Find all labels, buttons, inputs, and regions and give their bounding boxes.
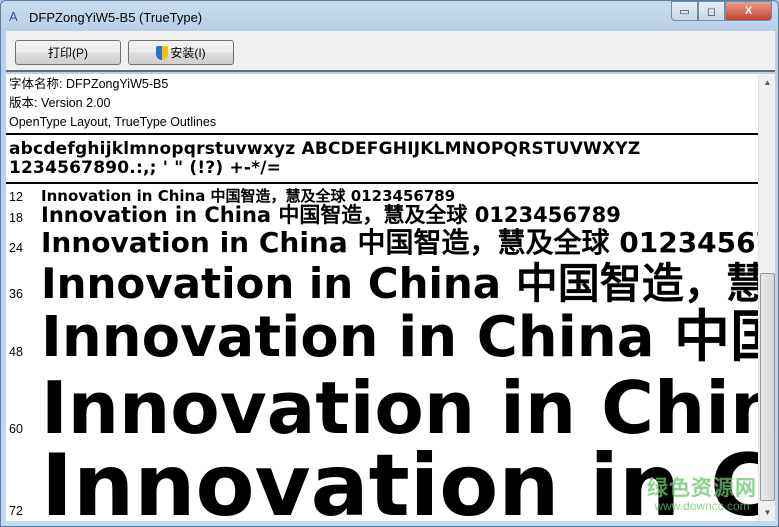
sample-text: Innovation in China 中国智造，慧及全球 0123456789 (41, 203, 621, 227)
version-info: 版本: Version 2.00 (9, 96, 111, 110)
size-label: 48 (9, 345, 23, 359)
font-preview-pane: 字体名称: DFPZongYiW5-B5 版本: Version 2.00 Op… (6, 74, 758, 521)
toolbar: 打印(P) 安装(I) (6, 31, 775, 72)
sample-text: Innovation in China 中国智造，慧及全球 0123456789 (41, 436, 758, 521)
size-label: 60 (9, 422, 23, 436)
font-app-icon: A (9, 9, 18, 24)
size-label: 36 (9, 287, 23, 301)
sample-text: Innovation in China 中国智造，慧及全球 0123456789 (41, 187, 456, 205)
size-label: 18 (9, 211, 23, 225)
scroll-up-icon[interactable]: ▲ (759, 74, 776, 91)
install-label: 安装(I) (170, 46, 206, 60)
sample-row-18: 18 Innovation in China 中国智造，慧及全球 01234567… (6, 203, 621, 227)
divider (6, 133, 758, 135)
uac-shield-icon (156, 45, 169, 60)
sample-row-72: 72 Innovation in China 中国智造，慧及全球 01234567… (6, 436, 758, 521)
install-button[interactable]: 安装(I) (128, 40, 234, 65)
vertical-scrollbar[interactable]: ▲ ▼ (758, 74, 775, 521)
sample-row-60: 60 Innovation in China 中国智造，慧及全球 01234567… (6, 366, 758, 450)
sample-text: Innovation in China 中国智造，慧及全球 0123456789 (41, 259, 758, 308)
sample-text: Innovation in China 中国智造，慧及全球 0123456789 (41, 366, 758, 450)
close-button[interactable]: X (725, 1, 772, 21)
print-label: 打印(P) (48, 46, 88, 60)
size-label: 24 (9, 241, 23, 255)
window-title: DFPZongYiW5-B5 (TrueType) (29, 9, 203, 25)
minimize-button[interactable]: ▭ (671, 1, 698, 21)
sample-row-48: 48 Innovation in China 中国智造，慧及全球 01234567… (6, 305, 758, 370)
scrollbar-thumb[interactable] (760, 273, 775, 501)
font-viewer-window: A DFPZongYiW5-B5 (TrueType) ▭ ◻ X 打印(P) … (0, 0, 779, 527)
outline-info: OpenType Layout, TrueType Outlines (9, 115, 217, 129)
maximize-button[interactable]: ◻ (698, 1, 725, 21)
sample-row-12: 12 Innovation in China 中国智造，慧及全球 01234567… (6, 187, 456, 205)
sample-row-24: 24 Innovation in China 中国智造，慧及全球 01234567… (6, 226, 758, 259)
charset-symbols: 1234567890.:,; ' " (!?) +-*/= (9, 158, 282, 178)
charset-letters: abcdefghijklmnopqrstuvwxyz ABCDEFGHIJKLM… (9, 139, 641, 159)
font-name-info: 字体名称: DFPZongYiW5-B5 (9, 77, 169, 91)
sample-text: Innovation in China 中国智造，慧及全球 0123456789 (41, 305, 758, 370)
size-label: 12 (9, 190, 23, 204)
print-button[interactable]: 打印(P) (15, 40, 121, 65)
sample-row-36: 36 Innovation in China 中国智造，慧及全球 01234567… (6, 259, 758, 308)
title-bar: A DFPZongYiW5-B5 (TrueType) (9, 7, 202, 27)
divider (6, 182, 758, 184)
size-label: 72 (9, 504, 23, 518)
scroll-down-icon[interactable]: ▼ (759, 504, 776, 521)
sample-text: Innovation in China 中国智造，慧及全球 0123456789 (41, 226, 758, 259)
